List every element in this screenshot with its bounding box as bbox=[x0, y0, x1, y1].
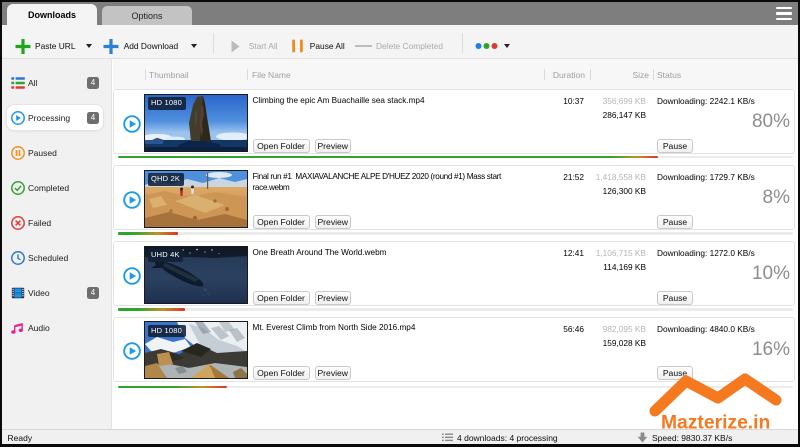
svg-text:Mazterize.in: Mazterize.in bbox=[661, 412, 770, 431]
